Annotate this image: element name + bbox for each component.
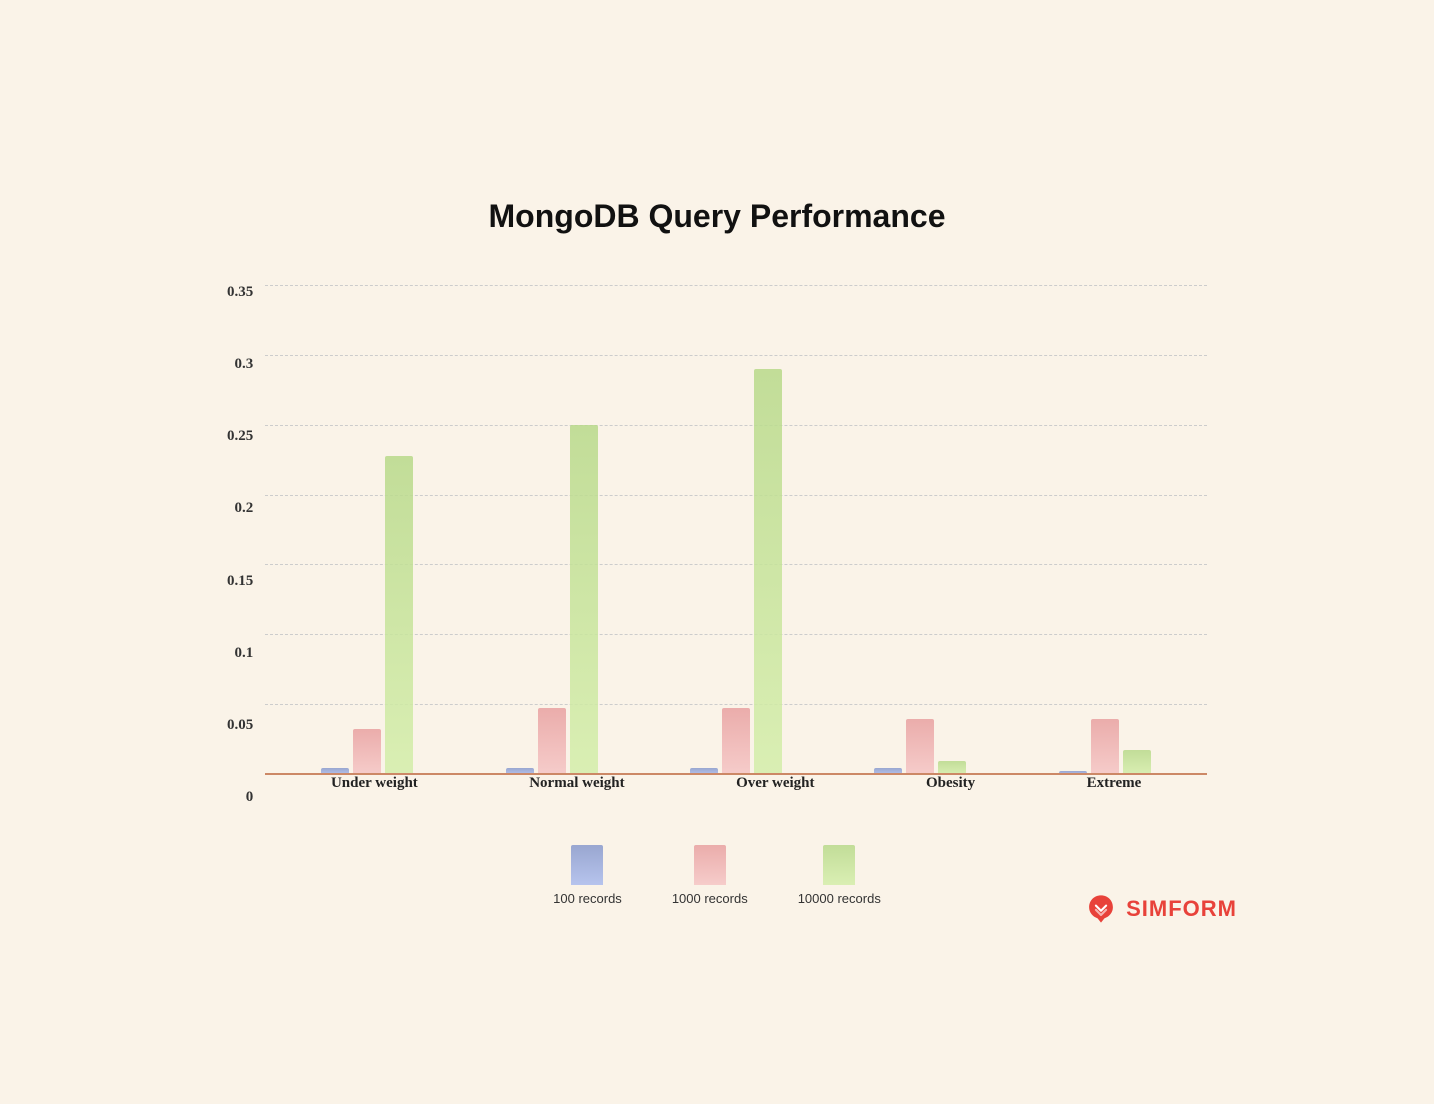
- bars: [690, 369, 782, 775]
- x-axis-label: Over weight: [736, 775, 814, 792]
- chart-title: MongoDB Query Performance: [227, 198, 1207, 235]
- legend-item-100: 100 records: [553, 845, 622, 906]
- bar-10000: [385, 456, 413, 775]
- bar-1000: [538, 708, 566, 775]
- bars: [874, 719, 966, 775]
- bar-1000: [722, 708, 750, 775]
- y-axis-label: 0.05: [227, 718, 253, 733]
- legend: 100 records 1000 records 10000 records: [227, 845, 1207, 906]
- legend-label-100: 100 records: [553, 891, 622, 906]
- simform-logo: SIMFORM: [1084, 892, 1237, 926]
- x-axis-label: Obesity: [926, 775, 975, 792]
- y-axis-label: 0.25: [227, 429, 253, 444]
- chart-area: 0.35 0.3 0.25 0.2 0.15 0.1 0.05 0 Under weight N…: [227, 285, 1207, 805]
- bar-group: [506, 425, 598, 775]
- x-axis-label: Normal weight: [529, 775, 624, 792]
- y-axis-label: 0.35: [227, 285, 253, 300]
- bars: [1059, 719, 1151, 775]
- bar-10000: [1123, 750, 1151, 775]
- chart-container: MongoDB Query Performance 0.35 0.3 0.25 0.2…: [167, 158, 1267, 946]
- x-axis-label: Under weight: [331, 775, 418, 792]
- bars: [506, 425, 598, 775]
- bar-group: [1059, 719, 1151, 775]
- legend-label-10000: 10000 records: [798, 891, 881, 906]
- bars: [321, 456, 413, 775]
- legend-bar-10000: [823, 845, 855, 885]
- x-axis-label: Extreme: [1087, 775, 1142, 792]
- legend-bar-100: [571, 845, 603, 885]
- bar-1000: [906, 719, 934, 775]
- bar-1000: [1091, 719, 1119, 775]
- legend-item-10000: 10000 records: [798, 845, 881, 906]
- bar-group: [321, 456, 413, 775]
- y-axis-label: 0.2: [235, 501, 254, 516]
- bar-1000: [353, 729, 381, 775]
- legend-bar-1000: [694, 845, 726, 885]
- chart-plot: Under weight Normal weight Over weight Obes…: [265, 285, 1207, 805]
- simform-text: SIMFORM: [1126, 896, 1237, 922]
- y-axis-label: 0: [246, 790, 254, 805]
- bar-10000: [570, 425, 598, 775]
- y-axis-label: 0.1: [235, 646, 254, 661]
- y-axis-label: 0.3: [235, 357, 254, 372]
- x-axis: Under weight Normal weight Over weight Obes…: [265, 775, 1207, 805]
- bar-group: [874, 719, 966, 775]
- bars-row: [265, 285, 1207, 775]
- bar-10000: [754, 369, 782, 775]
- legend-item-1000: 1000 records: [672, 845, 748, 906]
- legend-label-1000: 1000 records: [672, 891, 748, 906]
- bar-group: [690, 369, 782, 775]
- y-axis: 0.35 0.3 0.25 0.2 0.15 0.1 0.05 0: [227, 285, 265, 805]
- y-axis-label: 0.15: [227, 574, 253, 589]
- simform-icon: [1084, 892, 1118, 926]
